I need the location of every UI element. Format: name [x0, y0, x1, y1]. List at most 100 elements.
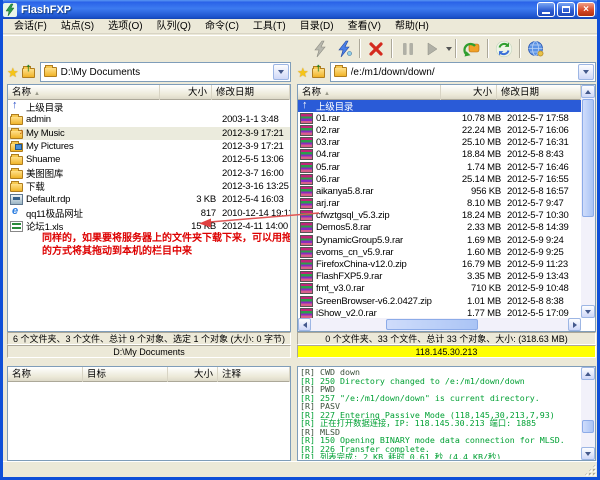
scroll-left-button[interactable] [298, 318, 311, 331]
resume-icon[interactable] [420, 38, 444, 60]
file-row[interactable]: cfwztgsql_v5.3.zip18.24 MB2012-5-7 10:30 [298, 210, 581, 222]
scroll-down-button[interactable] [581, 447, 595, 460]
minimize-button[interactable] [537, 2, 555, 17]
file-date: 2012-5-9 10:48 [501, 283, 581, 294]
favorites-star-icon[interactable]: ★ [297, 66, 309, 79]
local-list-header: 名称▲ 大小 修改日期 [8, 85, 290, 100]
menu-bar: 会话(F)站点(S)选项(O)队列(Q)命令(C)工具(T)目录(D)查看(V)… [3, 19, 597, 34]
file-row[interactable]: 论坛1.xls15 KB2012-4-11 14:00 [8, 220, 290, 233]
file-row[interactable]: aikanya5.8.rar956 KB2012-5-8 16:57 [298, 185, 581, 197]
up-icon [10, 101, 23, 112]
file-size: 10.78 MB [451, 113, 501, 124]
pause-icon[interactable] [396, 38, 420, 60]
log-scroll-thumb[interactable] [582, 420, 594, 433]
file-date: 2012-5-7 16:55 [501, 174, 581, 185]
menu-item-6[interactable]: 目录(D) [293, 19, 341, 34]
file-row[interactable]: evoms_cn_v5.9.rar1.60 MB2012-5-9 9:25 [298, 246, 581, 258]
column-name[interactable]: 名称 [8, 367, 83, 382]
menu-item-0[interactable]: 会话(F) [7, 19, 54, 34]
file-size: 1.01 MB [451, 296, 501, 307]
splitter[interactable] [3, 358, 597, 366]
column-size[interactable]: 大小 [441, 85, 497, 100]
file-row[interactable]: Default.rdp3 KB2012-5-4 16:03 [8, 193, 290, 206]
menu-item-4[interactable]: 命令(C) [198, 19, 246, 34]
file-row[interactable]: 上级目录 [298, 100, 581, 112]
rar-icon [300, 149, 313, 160]
file-row[interactable]: arj.rar8.10 MB2012-5-7 9:47 [298, 198, 581, 210]
connect-icon[interactable] [332, 38, 356, 60]
file-row[interactable]: 06.rar25.14 MB2012-5-7 16:55 [298, 173, 581, 185]
column-target[interactable]: 目标 [83, 367, 168, 382]
file-name: arj.rar [316, 198, 451, 209]
file-row[interactable]: admin2003-1-1 3:48 [8, 113, 290, 126]
file-row[interactable]: 03.rar25.10 MB2012-5-7 16:31 [298, 137, 581, 149]
resume-dropdown-icon[interactable] [446, 47, 452, 51]
file-row[interactable]: 02.rar22.24 MB2012-5-7 16:06 [298, 124, 581, 136]
refresh-icon[interactable] [492, 38, 516, 60]
column-name[interactable]: 名称▲ [8, 85, 160, 100]
parent-folder-icon[interactable]: ↑ [312, 66, 327, 78]
maximize-button[interactable] [557, 2, 575, 17]
file-row[interactable]: 上级目录 [8, 100, 290, 113]
file-row[interactable]: 下载2012-3-16 13:25 [8, 180, 290, 193]
file-row[interactable]: DynamicGroup5.9.rar1.69 MB2012-5-9 9:24 [298, 234, 581, 246]
scroll-down-button[interactable] [581, 305, 595, 318]
scroll-up-button[interactable] [581, 367, 595, 380]
resize-grip[interactable] [584, 464, 596, 476]
horizontal-scroll-thumb[interactable] [386, 319, 478, 330]
file-row[interactable]: qq11极品网址8172010-12-14 19:11 [8, 206, 290, 219]
file-name: 03.rar [316, 137, 451, 148]
rar-icon [300, 271, 313, 282]
file-name: Demos5.8.rar [316, 222, 451, 233]
file-name: 上级目录 [26, 100, 170, 114]
dropdown-arrow-icon[interactable] [578, 64, 594, 80]
column-name[interactable]: 名称▲ [298, 85, 441, 100]
file-row[interactable]: FlashFXP5.9.rar3.35 MB2012-5-9 13:43 [298, 271, 581, 283]
menu-item-8[interactable]: 帮助(H) [388, 19, 436, 34]
column-comment[interactable]: 注释 [218, 367, 290, 382]
file-row[interactable]: 01.rar10.78 MB2012-5-7 17:58 [298, 112, 581, 124]
scroll-up-button[interactable] [581, 85, 595, 98]
column-date[interactable]: 修改日期 [497, 85, 581, 100]
remote-path-combo[interactable]: /e:/m1/down/down/ [330, 62, 596, 82]
file-date: 2012-5-5 13:06 [216, 154, 290, 165]
file-row[interactable]: My Music2012-3-9 17:21 [8, 127, 290, 140]
file-row[interactable]: 美图图库2012-3-7 16:00 [8, 166, 290, 179]
remote-file-panel: 名称▲ 大小 修改日期 上级目录01.rar10.78 MB2012-5-7 1… [297, 84, 596, 332]
file-row[interactable]: fmt_v3.0.rar710 KB2012-5-9 10:48 [298, 283, 581, 295]
menu-item-3[interactable]: 队列(Q) [150, 19, 198, 34]
local-path-combo[interactable]: D:\My Documents [40, 62, 291, 82]
file-row[interactable]: My Pictures2012-3-9 17:21 [8, 140, 290, 153]
file-row[interactable]: iShow_v2.0.rar1.77 MB2012-5-5 17:09 [298, 307, 581, 318]
file-row[interactable]: 04.rar18.84 MB2012-5-8 8:43 [298, 149, 581, 161]
column-date[interactable]: 修改日期 [212, 85, 290, 100]
scroll-right-button[interactable] [568, 318, 581, 331]
file-row[interactable]: Shuame2012-5-5 13:06 [8, 153, 290, 166]
file-row[interactable]: GreenBrowser-v6.2.0427.zip1.01 MB2012-5-… [298, 295, 581, 307]
dropdown-arrow-icon[interactable] [273, 64, 289, 80]
abort-icon[interactable] [364, 38, 388, 60]
menu-item-7[interactable]: 查看(V) [341, 19, 388, 34]
favorites-star-icon[interactable]: ★ [7, 66, 19, 79]
quick-connect-icon[interactable] [308, 38, 332, 60]
menu-item-5[interactable]: 工具(T) [246, 19, 293, 34]
vertical-scroll-thumb[interactable] [582, 99, 594, 217]
file-row[interactable]: FirefoxChina-v12.0.zip16.79 MB2012-5-9 1… [298, 258, 581, 270]
folder-icon [10, 170, 23, 179]
remote-path-text: /e:/m1/down/down/ [351, 67, 574, 78]
file-row[interactable]: 05.rar1.74 MB2012-5-7 16:46 [298, 161, 581, 173]
rar-icon [300, 235, 313, 246]
column-size[interactable]: 大小 [160, 85, 212, 100]
menu-item-2[interactable]: 选项(O) [101, 19, 149, 34]
file-size: 956 KB [451, 186, 501, 197]
web-browse-icon[interactable] [524, 38, 548, 60]
parent-folder-icon[interactable]: ↑ [22, 66, 37, 78]
column-size[interactable]: 大小 [168, 367, 218, 382]
transfer-mode-icon[interactable] [460, 38, 484, 60]
queue-panel: 名称 目标 大小 注释 [7, 366, 291, 461]
file-size: 2.33 MB [451, 222, 501, 233]
close-button[interactable]: × [577, 2, 595, 17]
menu-item-1[interactable]: 站点(S) [54, 19, 101, 34]
title-bar[interactable]: FlashFXP × [0, 0, 600, 19]
file-row[interactable]: Demos5.8.rar2.33 MB2012-5-8 14:39 [298, 222, 581, 234]
